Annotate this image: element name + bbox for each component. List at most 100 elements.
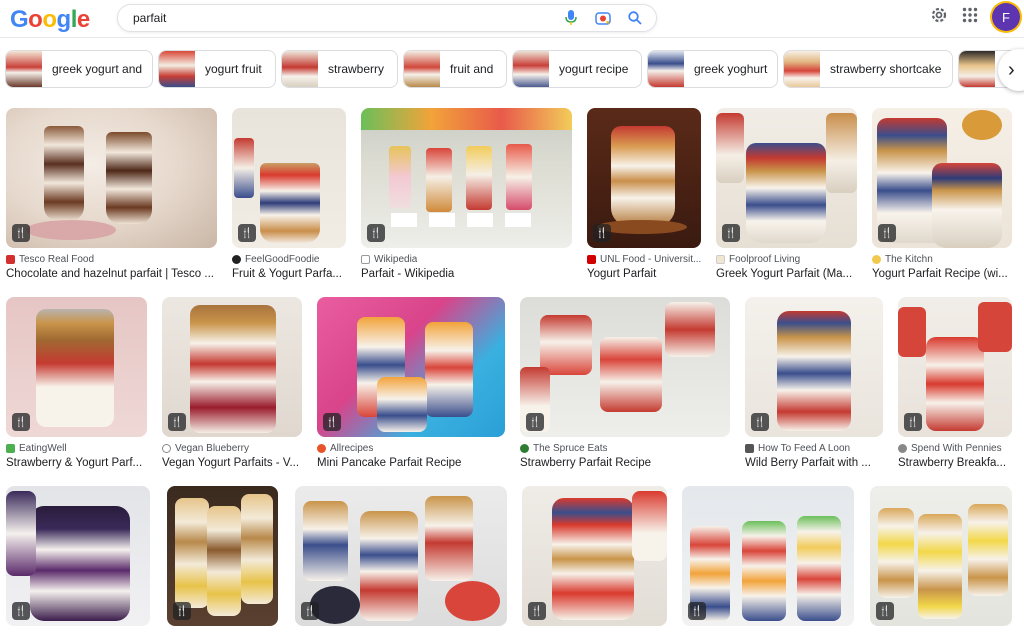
search-icon[interactable] — [626, 9, 644, 27]
result-image[interactable]: 🍴 — [361, 108, 572, 248]
image-result[interactable]: 🍴 How To Feed A Loon Wild Berry Parfait … — [745, 297, 883, 473]
result-image[interactable]: 🍴 — [716, 108, 857, 248]
recipe-badge-icon: 🍴 — [367, 224, 385, 242]
chip-label: yogurt recipe — [559, 62, 629, 76]
result-source: Vegan Blueberry — [162, 443, 249, 454]
source-favicon — [232, 255, 241, 264]
recipe-badge-icon: 🍴 — [528, 602, 546, 620]
recipe-badge-icon: 🍴 — [904, 413, 922, 431]
source-favicon — [6, 444, 15, 453]
microphone-icon[interactable] — [562, 9, 580, 27]
image-result[interactable]: 🍴 Allrecipes Mini Pancake Parfait Recipe — [317, 297, 505, 473]
result-title[interactable]: Yogurt Parfait — [587, 268, 701, 280]
recipe-badge-icon: 🍴 — [301, 602, 319, 620]
chip-fruit-and[interactable]: fruit and — [403, 50, 507, 88]
source-name: The Spruce Eats — [533, 443, 608, 454]
chip-yogurt-fruit[interactable]: yogurt fruit — [158, 50, 276, 88]
result-image[interactable]: 🍴 — [870, 486, 1012, 626]
camera-lens-icon[interactable] — [594, 9, 612, 27]
result-image[interactable]: 🍴 — [167, 486, 278, 626]
result-image[interactable]: 🍴 — [898, 297, 1012, 437]
recipe-badge-icon: 🍴 — [593, 224, 611, 242]
result-image[interactable]: 🍴 — [522, 486, 667, 626]
chip-thumbnail — [513, 51, 549, 87]
chip-greek-yoghurt[interactable]: greek yoghurt — [647, 50, 778, 88]
image-result[interactable]: 🍴 — [295, 486, 507, 626]
image-result[interactable]: 🍴 The Kitchn Yogurt Parfait Recipe (wi..… — [872, 108, 1012, 284]
result-title[interactable]: Vegan Yogurt Parfaits - V... — [162, 457, 302, 469]
apps-grid-icon[interactable] — [962, 7, 978, 28]
chip-label: strawberry — [328, 62, 385, 76]
result-title[interactable]: Strawberry Breakfa... — [898, 457, 1012, 469]
result-image[interactable]: 🍴 — [232, 108, 346, 248]
google-logo[interactable]: Google — [10, 6, 90, 34]
recipe-badge-icon: 🍴 — [878, 224, 896, 242]
source-name: Foolproof Living — [729, 254, 801, 265]
result-image[interactable]: 🍴 — [520, 297, 730, 437]
chip-thumbnail — [784, 51, 820, 87]
result-source: FeelGoodFoodie — [232, 254, 320, 265]
result-source: UNL Food - Universit... — [587, 254, 701, 265]
search-input[interactable]: parfait — [133, 11, 166, 25]
result-title[interactable]: Fruit & Yogurt Parfa... — [232, 268, 346, 280]
image-result[interactable]: 🍴 The Spruce Eats Strawberry Parfait Rec… — [520, 297, 730, 473]
result-image[interactable]: 🍴 — [317, 297, 505, 437]
result-source: Tesco Real Food — [6, 254, 94, 265]
image-result[interactable]: 🍴 FeelGoodFoodie Fruit & Yogurt Parfa... — [232, 108, 346, 284]
result-image[interactable]: 🍴 — [872, 108, 1012, 248]
result-image[interactable]: 🍴 — [295, 486, 507, 626]
recipe-badge-icon: 🍴 — [751, 413, 769, 431]
recipe-badge-icon: 🍴 — [12, 413, 30, 431]
chip-thumbnail — [159, 51, 195, 87]
source-favicon — [716, 255, 725, 264]
result-image[interactable]: 🍴 — [6, 486, 150, 626]
result-source: Foolproof Living — [716, 254, 800, 265]
search-box[interactable]: parfait — [117, 4, 657, 32]
source-name: How To Feed A Loon — [758, 443, 851, 454]
image-result[interactable]: 🍴 EatingWell Strawberry & Yogurt Parf... — [6, 297, 147, 473]
recipe-badge-icon: 🍴 — [168, 413, 186, 431]
result-source: How To Feed A Loon — [745, 443, 850, 454]
source-name: Spend With Pennies — [911, 443, 1002, 454]
recipe-badge-icon: 🍴 — [12, 602, 30, 620]
source-favicon — [587, 255, 596, 264]
result-title[interactable]: Greek Yogurt Parfait (Ma... — [716, 268, 857, 280]
result-image[interactable]: 🍴 — [162, 297, 302, 437]
result-image[interactable]: 🍴 — [587, 108, 701, 248]
result-image[interactable]: 🍴 — [6, 297, 147, 437]
image-result[interactable]: 🍴 — [870, 486, 1012, 626]
result-title[interactable]: Strawberry & Yogurt Parf... — [6, 457, 147, 469]
result-image[interactable]: 🍴 — [6, 108, 217, 248]
chip-strawberry[interactable]: strawberry — [281, 50, 398, 88]
result-title[interactable]: Parfait - Wikipedia — [361, 268, 572, 280]
image-result[interactable]: 🍴 — [167, 486, 278, 626]
chip-yogurt-recipe[interactable]: yogurt recipe — [512, 50, 642, 88]
source-favicon — [745, 444, 754, 453]
result-title[interactable]: Mini Pancake Parfait Recipe — [317, 457, 505, 469]
image-result[interactable]: 🍴 Vegan Blueberry Vegan Yogurt Parfaits … — [162, 297, 302, 473]
result-title[interactable]: Chocolate and hazelnut parfait | Tesco .… — [6, 268, 217, 280]
image-result[interactable]: 🍴 Foolproof Living Greek Yogurt Parfait … — [716, 108, 857, 284]
source-favicon — [872, 255, 881, 264]
result-title[interactable]: Wild Berry Parfait with ... — [745, 457, 883, 469]
source-favicon — [162, 444, 171, 453]
recipe-badge-icon: 🍴 — [323, 413, 341, 431]
image-result[interactable]: 🍴 — [682, 486, 854, 626]
image-result[interactable]: 🍴 — [6, 486, 150, 626]
result-image[interactable]: 🍴 — [682, 486, 854, 626]
result-title[interactable]: Yogurt Parfait Recipe (wi... — [872, 268, 1012, 280]
image-result[interactable]: 🍴 — [522, 486, 667, 626]
chip-greek-yogurt-and[interactable]: greek yogurt and — [5, 50, 153, 88]
chip-label: yogurt fruit — [205, 62, 262, 76]
result-image[interactable]: 🍴 — [745, 297, 883, 437]
result-title[interactable]: Strawberry Parfait Recipe — [520, 457, 730, 469]
image-result[interactable]: 🍴 Spend With Pennies Strawberry Breakfa.… — [898, 297, 1012, 473]
settings-gear-icon[interactable] — [930, 6, 948, 29]
result-source: The Spruce Eats — [520, 443, 607, 454]
image-result[interactable]: 🍴 Tesco Real Food Chocolate and hazelnut… — [6, 108, 217, 284]
chip-strawberry-shortcake[interactable]: strawberry shortcake — [783, 50, 953, 88]
source-favicon — [898, 444, 907, 453]
image-result[interactable]: 🍴 UNL Food - Universit... Yogurt Parfait — [587, 108, 701, 284]
image-result[interactable]: 🍴 Wikipedia Parfait - Wikipedia — [361, 108, 572, 284]
account-avatar[interactable]: F — [992, 3, 1020, 31]
